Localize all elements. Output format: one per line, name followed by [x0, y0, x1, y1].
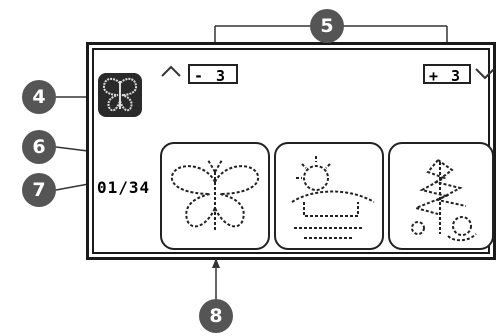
leaves-pattern-icon — [411, 159, 477, 242]
callout-8: 8 — [199, 299, 233, 333]
page-forward-button[interactable]: + 3 — [423, 64, 471, 85]
chevron-down-icon[interactable] — [474, 66, 496, 84]
pattern-counter: 01/34 — [97, 178, 151, 197]
butterfly-thumbnail-icon — [98, 73, 142, 117]
pattern-card-butterfly[interactable] — [160, 142, 270, 250]
callout-6: 6 — [22, 130, 56, 164]
pattern-card-sun-hat[interactable] — [274, 142, 384, 250]
callout-5: 5 — [310, 9, 344, 43]
page-back-button[interactable]: - 3 — [188, 64, 238, 85]
pattern-card-leaves[interactable] — [388, 142, 494, 250]
callout-4: 4 — [22, 80, 56, 114]
sun-hat-pattern-icon — [291, 156, 375, 239]
chevron-up-icon[interactable] — [160, 64, 182, 82]
callout-7: 7 — [22, 173, 56, 207]
butterfly-pattern-icon — [170, 159, 260, 230]
